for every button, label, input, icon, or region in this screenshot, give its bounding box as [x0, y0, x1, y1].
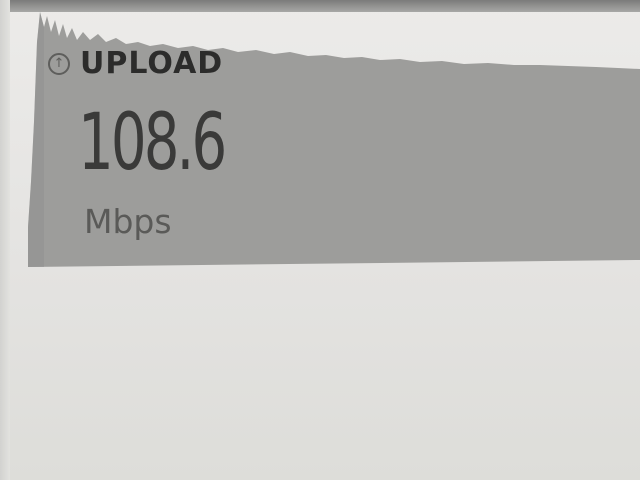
upload-speed-value: 108.6: [78, 98, 227, 188]
arrow-up-circle-icon: ↑: [48, 52, 70, 75]
left-edge: [0, 0, 10, 480]
monitor-bezel: [0, 0, 640, 12]
upload-graph-shade: [28, 12, 44, 267]
upload-speed-unit: Mbps: [84, 202, 172, 241]
speedtest-screen: ↑ UPLOAD 108.6 Mbps: [0, 0, 640, 480]
upload-result-card: ↑ UPLOAD 108.6 Mbps: [28, 12, 640, 267]
upload-label: UPLOAD: [80, 46, 224, 81]
upload-header: ↑ UPLOAD: [48, 46, 223, 81]
